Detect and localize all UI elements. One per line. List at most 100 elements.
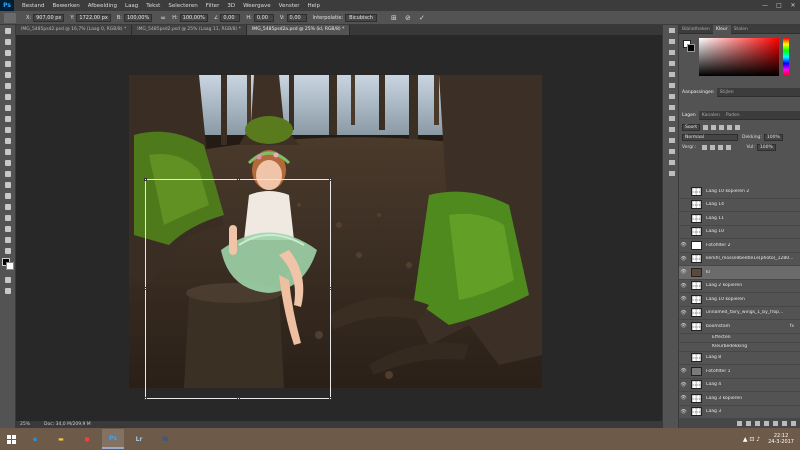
layer-name[interactable]: Effecten: [712, 335, 731, 340]
layer-thumbnail[interactable]: [691, 380, 702, 390]
layer-effect-row[interactable]: Kleurbedekking: [679, 343, 800, 352]
visibility-eye-icon[interactable]: 👁: [679, 368, 688, 374]
tab-aanpassingen[interactable]: Aanpassingen: [679, 87, 717, 97]
start-button[interactable]: [0, 428, 22, 450]
layer-name[interactable]: Laag 3 kopiëren: [706, 396, 742, 401]
color-picker-field[interactable]: [699, 38, 779, 76]
layer-row[interactable]: 👁 kerkhl_mossellbeetle1e(photo)_1280...: [679, 253, 800, 266]
menu-item-afbeelding[interactable]: Afbeelding: [84, 3, 121, 9]
quick-mask-button[interactable]: [0, 274, 16, 285]
layer-thumbnail[interactable]: [691, 281, 702, 291]
width-input[interactable]: 100,00%: [123, 13, 153, 22]
visibility-eye-icon[interactable]: 👁: [679, 256, 688, 262]
add-mask-icon[interactable]: [755, 421, 760, 426]
menu-item-selecteren[interactable]: Selecteren: [164, 3, 201, 9]
dock-character[interactable]: [663, 102, 680, 113]
layer-name[interactable]: Laag 2 kopiëren: [706, 283, 742, 288]
layer-thumbnail[interactable]: [691, 321, 702, 331]
transform-handle-b[interactable]: [237, 397, 240, 400]
menu-item-bestand[interactable]: Bestand: [18, 3, 49, 9]
transform-tool-icon[interactable]: [4, 12, 16, 23]
dock-histogram[interactable]: [663, 135, 680, 146]
layer-row[interactable]: 👁 Laag 4: [679, 379, 800, 392]
vskew-input[interactable]: 0,00: [286, 13, 307, 22]
opacity-input[interactable]: 100%: [763, 133, 783, 141]
layer-thumbnail[interactable]: [691, 213, 702, 223]
zoom-level[interactable]: 25%: [20, 422, 44, 427]
layer-thumbnail[interactable]: [691, 267, 702, 277]
menu-item-3d[interactable]: 3D: [223, 3, 239, 9]
dock-3d[interactable]: [663, 157, 680, 168]
dock-brush[interactable]: [663, 80, 680, 91]
filter-smart-icon[interactable]: [734, 124, 740, 130]
layer-name[interactable]: Laag 10: [706, 229, 724, 234]
fill-input[interactable]: 100%: [756, 143, 776, 151]
doc-tab-3[interactable]: IMG_5485psd2a.psd @ 25% (kl, RGB/8) *: [246, 25, 351, 35]
screen-mode-button[interactable]: [0, 285, 16, 296]
transform-bounding-box[interactable]: [144, 178, 332, 400]
blur-tool[interactable]: [0, 157, 16, 168]
layer-name[interactable]: Fotofilter 1: [706, 369, 730, 374]
fx-icon[interactable]: [746, 421, 751, 426]
layer-thumbnail[interactable]: [691, 366, 702, 376]
tab-kleur[interactable]: Kleur: [712, 24, 731, 34]
dock-navigator[interactable]: [663, 124, 680, 135]
dock-actions[interactable]: [663, 36, 680, 47]
visibility-eye-icon[interactable]: 👁: [679, 382, 688, 388]
tab-paden[interactable]: Paden: [723, 111, 743, 120]
visibility-eye-icon[interactable]: 👁: [679, 323, 688, 329]
layer-row[interactable]: Laag 8: [679, 352, 800, 365]
layer-name[interactable]: Laag 10 kopiëren 2: [706, 189, 749, 194]
zoom-tool[interactable]: [0, 234, 16, 245]
layer-thumbnail[interactable]: [691, 200, 702, 210]
visibility-eye-icon[interactable]: 👁: [679, 242, 688, 248]
dock-timeline[interactable]: [663, 168, 680, 179]
layer-thumbnail[interactable]: [691, 294, 702, 304]
filter-type-icon[interactable]: [718, 124, 724, 130]
hskew-input[interactable]: 0,00: [253, 13, 274, 22]
type-tool[interactable]: [0, 190, 16, 201]
visibility-eye-icon[interactable]: 👁: [679, 395, 688, 401]
layer-name[interactable]: Laag 14: [706, 202, 724, 207]
taskbar-chrome-icon[interactable]: ●: [76, 429, 98, 449]
layer-row[interactable]: 👁 Laag 3 kopiëren: [679, 392, 800, 406]
tab-stijlen[interactable]: Stijlen: [717, 88, 737, 97]
layer-row[interactable]: 👁 boomstam fx: [679, 320, 800, 334]
layer-thumbnail[interactable]: [691, 240, 702, 250]
layer-row[interactable]: 👁 Laag 3: [679, 406, 800, 419]
menu-item-bewerken[interactable]: Bewerken: [49, 3, 84, 9]
layer-name[interactable]: Laag 4: [706, 382, 721, 387]
visibility-eye-icon[interactable]: 👁: [679, 409, 688, 415]
dock-paragraph[interactable]: [663, 113, 680, 124]
layer-row[interactable]: 👁 Laag 2 kopiëren: [679, 280, 800, 293]
minimize-button[interactable]: —: [758, 2, 772, 9]
layer-row[interactable]: Laag 14: [679, 199, 800, 212]
history-brush-tool[interactable]: [0, 124, 16, 135]
dock-notes[interactable]: [663, 146, 680, 157]
quick-select-tool[interactable]: [0, 58, 16, 69]
menu-item-tekst[interactable]: Tekst: [142, 3, 164, 9]
eyedropper-tool[interactable]: [0, 80, 16, 91]
blend-mode-select[interactable]: Normaal: [682, 133, 738, 141]
close-button[interactable]: ✕: [786, 2, 800, 9]
layer-thumbnail[interactable]: [691, 353, 702, 363]
dodge-tool[interactable]: [0, 168, 16, 179]
dock-history[interactable]: [663, 25, 680, 36]
layer-effect-row[interactable]: Effecten: [679, 334, 800, 343]
filter-adjust-icon[interactable]: [710, 124, 716, 130]
doc-tab-1[interactable]: IMG_5485psd2.psd @ 16,7% (Laag 0, RGB/8)…: [16, 25, 133, 35]
menu-item-weergave[interactable]: Weergave: [239, 3, 275, 9]
taskbar-word-icon[interactable]: W: [154, 429, 176, 449]
layer-row[interactable]: 👁 Fotofilter 1: [679, 365, 800, 379]
dock-swatches[interactable]: [663, 58, 680, 69]
transform-handle-bl[interactable]: [144, 397, 147, 400]
gradient-tool[interactable]: [0, 146, 16, 157]
link-layers-icon[interactable]: [737, 421, 742, 426]
more-tools[interactable]: [0, 245, 16, 256]
canvas-area[interactable]: [16, 35, 662, 420]
warp-icon[interactable]: ⊞: [389, 13, 399, 23]
menu-item-venster[interactable]: Venster: [275, 3, 304, 9]
hand-tool[interactable]: [0, 223, 16, 234]
hue-slider[interactable]: [783, 38, 789, 76]
layer-fx-badge[interactable]: fx: [790, 324, 794, 329]
